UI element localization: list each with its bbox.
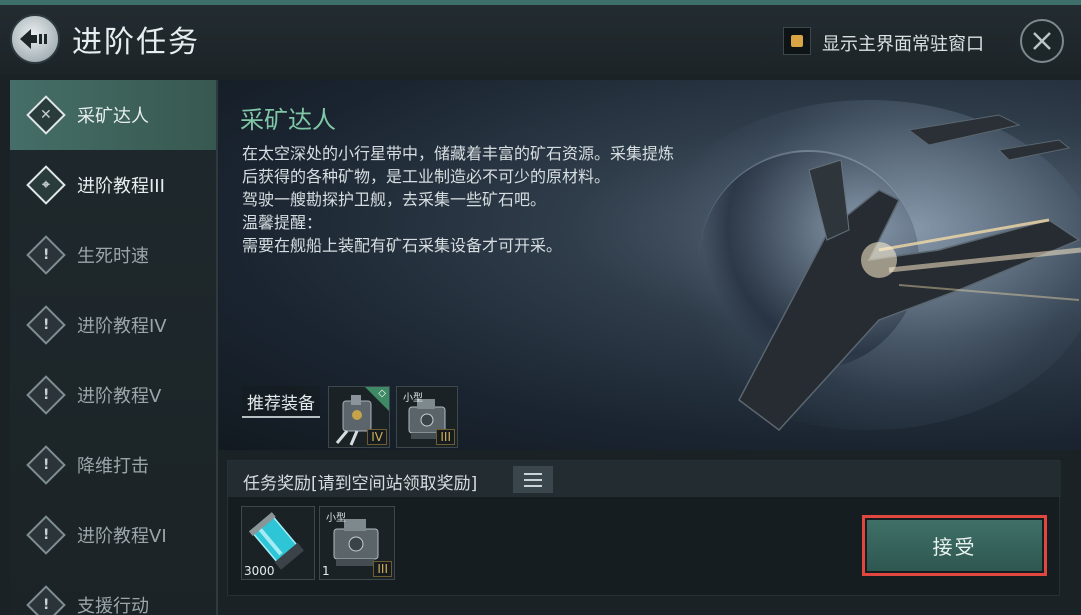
- item-quantity: 3000: [244, 564, 275, 578]
- target-crosshair-icon: ⌖: [26, 165, 66, 205]
- reward-title: 任务奖励[请到空间站领取奖励]: [243, 474, 478, 494]
- show-window-checkbox-label[interactable]: 显示主界面常驻窗口: [822, 30, 984, 56]
- back-arrow-icon: [20, 29, 47, 49]
- accept-button[interactable]: 接受: [867, 520, 1042, 571]
- close-button[interactable]: [1020, 19, 1064, 63]
- sidebar-item-label: 进阶教程III: [77, 176, 165, 197]
- menu-line-icon: [524, 478, 542, 481]
- sidebar-item-advanced-tutorial-6[interactable]: ! 进阶教程VI: [10, 500, 216, 570]
- exclamation-diamond-icon: !: [26, 585, 66, 615]
- item-tier-label: III: [373, 561, 392, 577]
- sidebar-item-label: 支援行动: [77, 596, 149, 615]
- reward-item-slot[interactable]: 小型 1 III: [319, 506, 395, 580]
- sidebar-item-advanced-tutorial-4[interactable]: ! 进阶教程IV: [10, 290, 216, 360]
- sidebar-item-dimension-strike[interactable]: ! 降维打击: [10, 430, 216, 500]
- exclamation-diamond-icon: !: [26, 305, 66, 345]
- sidebar-item-mining-expert[interactable]: ✕ 采矿达人: [10, 80, 216, 150]
- item-size-label: 小型: [403, 393, 423, 404]
- menu-line-icon: [524, 472, 542, 475]
- item-size-label: 小型: [326, 513, 346, 524]
- reward-header: 任务奖励[请到空间站领取奖励]: [228, 461, 1061, 497]
- mission-description: 在太空深处的小行星带中，储藏着丰富的矿石资源。采集提炼 后获得的各种矿物，是工业…: [242, 144, 675, 255]
- mission-title: 采矿达人: [240, 106, 336, 134]
- reward-item-slot[interactable]: 3000: [241, 506, 315, 580]
- sidebar-item-race-against-time[interactable]: ! 生死时速: [10, 220, 216, 290]
- mining-crossed-tools-icon: ✕: [26, 95, 66, 135]
- exclamation-diamond-icon: !: [26, 235, 66, 275]
- checkbox-check-mark: [791, 35, 803, 47]
- header-bar: 进阶任务 显示主界面常驻窗口: [0, 5, 1081, 75]
- recommended-diamond-icon: ◇: [378, 388, 386, 399]
- sidebar-item-label: 进阶教程V: [77, 386, 162, 407]
- reward-menu-button[interactable]: [513, 466, 553, 493]
- back-button[interactable]: [10, 14, 60, 64]
- exclamation-diamond-icon: !: [26, 515, 66, 555]
- item-tier-label: III: [436, 429, 455, 445]
- show-window-checkbox[interactable]: [783, 27, 811, 55]
- close-icon: [1033, 32, 1051, 50]
- sidebar-item-advanced-tutorial-5[interactable]: ! 进阶教程V: [10, 360, 216, 430]
- page-title: 进阶任务: [72, 25, 200, 60]
- exclamation-diamond-icon: !: [26, 445, 66, 485]
- sidebar-item-label: 生死时速: [77, 246, 149, 267]
- exclamation-diamond-icon: !: [26, 375, 66, 415]
- recommended-item-slot[interactable]: 小型 III: [396, 386, 458, 448]
- sidebar-item-label: 降维打击: [77, 456, 149, 477]
- item-quantity: 1: [322, 564, 330, 578]
- mission-sidebar: ✕ 采矿达人 ⌖ 进阶教程III ! 生死时速 ! 进阶教程IV ! 进阶教程V…: [10, 80, 218, 615]
- sidebar-item-support-action[interactable]: ! 支援行动: [10, 570, 216, 615]
- sidebar-item-advanced-tutorial-3[interactable]: ⌖ 进阶教程III: [10, 150, 216, 220]
- menu-line-icon: [524, 484, 542, 487]
- sidebar-item-label: 进阶教程IV: [77, 316, 167, 337]
- recommended-equipment-label: 推荐装备: [242, 386, 320, 418]
- item-tier-label: IV: [367, 429, 387, 445]
- sidebar-item-label: 采矿达人: [77, 106, 149, 127]
- recommended-item-slot[interactable]: ◇ IV: [328, 386, 390, 448]
- sidebar-item-label: 进阶教程VI: [77, 526, 167, 547]
